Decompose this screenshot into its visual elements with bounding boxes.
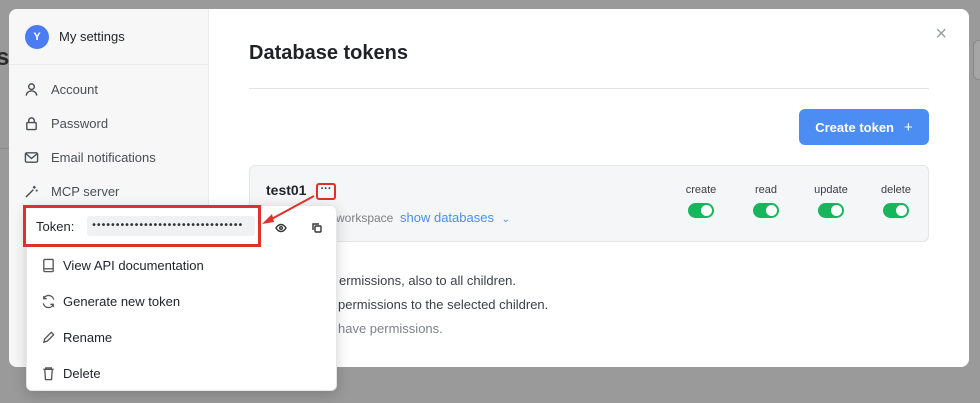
permission-label: create bbox=[685, 184, 717, 196]
create-token-label: Create token bbox=[815, 119, 894, 135]
token-name: test01 bbox=[266, 182, 307, 198]
tokens-panel: × Database tokens Create token + test01 … bbox=[249, 9, 969, 367]
sidebar-item-account[interactable]: Account bbox=[23, 79, 98, 99]
pencil-icon bbox=[40, 329, 56, 345]
permission-note: have permissions. bbox=[338, 321, 443, 336]
trash-icon bbox=[40, 365, 56, 381]
permission-label: delete bbox=[881, 184, 911, 196]
read-toggle[interactable] bbox=[753, 203, 779, 218]
permission-label: update bbox=[814, 184, 848, 196]
permission-note: permissions to the selected children. bbox=[338, 297, 549, 312]
close-icon[interactable]: × bbox=[935, 23, 947, 46]
token-card: test01 ··· workspace show databases ⌄ cr… bbox=[249, 165, 929, 242]
magic-wand-icon bbox=[23, 183, 39, 199]
refresh-icon bbox=[40, 293, 56, 309]
sidebar-item-label: MCP server bbox=[51, 183, 120, 199]
token-field: Token: •••••••••••••••••••••••••••••••• bbox=[23, 205, 261, 247]
show-databases-label: show databases bbox=[400, 210, 494, 225]
token-scope: workspace bbox=[336, 211, 394, 225]
sidebar-item-label: Password bbox=[51, 115, 109, 131]
sidebar-item-label: Email notifications bbox=[51, 149, 156, 165]
update-toggle[interactable] bbox=[818, 203, 844, 218]
background-heading-fragment: s bbox=[0, 44, 10, 71]
title-divider bbox=[249, 88, 929, 89]
page-title: Database tokens bbox=[249, 42, 408, 64]
permission-label: read bbox=[754, 184, 778, 196]
menu-item-label: Generate new token bbox=[63, 293, 181, 309]
copy-icon[interactable] bbox=[311, 221, 323, 233]
eye-icon[interactable] bbox=[275, 221, 287, 233]
menu-item-generate-new-token[interactable]: Generate new token bbox=[40, 291, 180, 311]
permission-read: read bbox=[736, 184, 796, 221]
plus-icon: + bbox=[903, 118, 913, 136]
menu-item-label: Delete bbox=[63, 365, 101, 381]
token-label: Token: bbox=[36, 219, 75, 234]
avatar: Y bbox=[25, 25, 49, 49]
create-toggle[interactable] bbox=[688, 203, 714, 218]
sidebar-item-mcp-server[interactable]: MCP server bbox=[23, 181, 119, 201]
chevron-down-icon: ⌄ bbox=[501, 214, 510, 225]
book-icon bbox=[40, 257, 56, 273]
delete-toggle[interactable] bbox=[883, 203, 909, 218]
sidebar-title: My settings bbox=[59, 29, 125, 44]
menu-item-label: Rename bbox=[63, 329, 113, 345]
sidebar-item-email-notifications[interactable]: Email notifications bbox=[23, 147, 156, 167]
mail-icon bbox=[23, 149, 39, 165]
permission-update: update bbox=[801, 184, 861, 221]
show-databases-link[interactable]: show databases ⌄ bbox=[400, 210, 510, 225]
permission-create: create bbox=[671, 184, 731, 221]
menu-item-rename[interactable]: Rename bbox=[40, 327, 112, 347]
create-token-button[interactable]: Create token + bbox=[799, 109, 929, 145]
menu-item-label: View API documentation bbox=[63, 257, 204, 273]
sidebar-item-password[interactable]: Password bbox=[23, 113, 108, 133]
sidebar-item-label: Account bbox=[51, 81, 98, 97]
token-value[interactable]: •••••••••••••••••••••••••••••••• bbox=[87, 216, 255, 236]
sidebar-header: Y My settings bbox=[9, 9, 209, 65]
menu-item-view-api-documentation[interactable]: View API documentation bbox=[40, 255, 204, 275]
token-more-options-button[interactable]: ··· bbox=[316, 183, 336, 200]
menu-item-delete[interactable]: Delete bbox=[40, 363, 101, 383]
user-icon bbox=[23, 81, 39, 97]
permission-note: ermissions, also to all children. bbox=[339, 273, 517, 288]
permission-delete: delete bbox=[866, 184, 926, 221]
lock-icon bbox=[23, 115, 39, 131]
background-control bbox=[973, 40, 980, 80]
